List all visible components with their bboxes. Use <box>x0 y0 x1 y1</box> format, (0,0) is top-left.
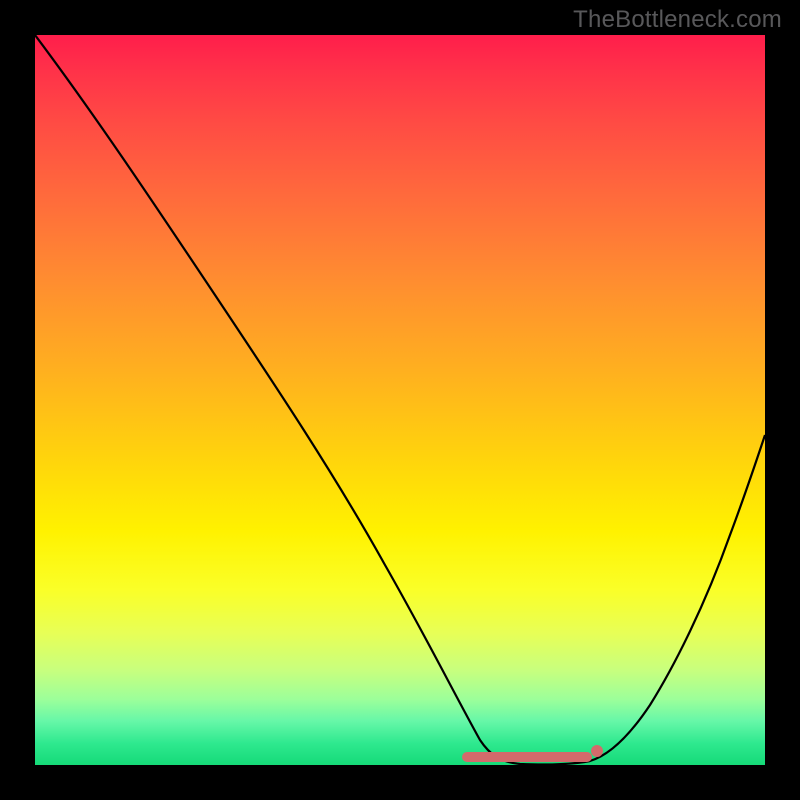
trough-end-dot <box>591 745 603 757</box>
bottleneck-curve <box>35 35 765 765</box>
chart-svg <box>35 35 765 765</box>
chart-area <box>35 35 765 765</box>
watermark-text: TheBottleneck.com <box>573 6 782 34</box>
